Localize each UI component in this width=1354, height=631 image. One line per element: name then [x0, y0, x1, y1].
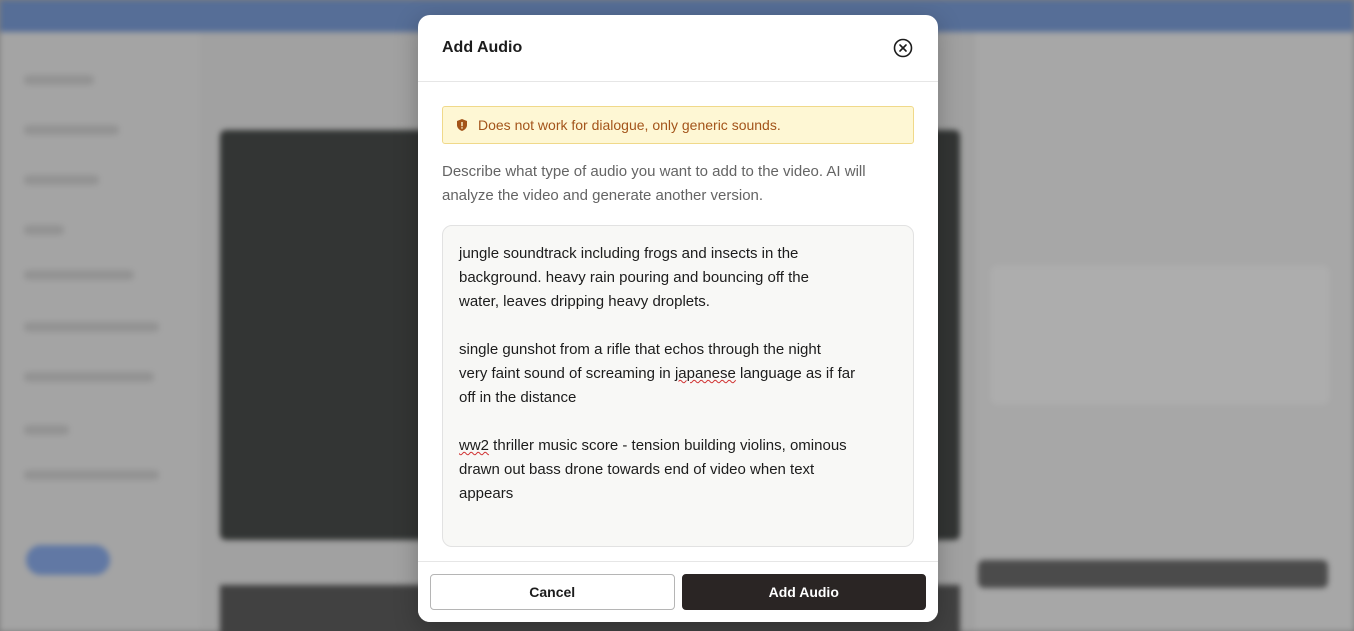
dialog-header: Add Audio: [418, 15, 938, 82]
prompt-text: very faint sound of screaming in: [459, 365, 675, 382]
prompt-line: off in the distance: [459, 389, 577, 406]
prompt-line: drawn out bass drone towards end of vide…: [459, 461, 815, 478]
prompt-line: appears: [459, 485, 514, 502]
prompt-blank-line: [459, 314, 897, 338]
dialog-title: Add Audio: [442, 39, 523, 56]
close-circle-icon: [893, 38, 913, 58]
prompt-line: very faint sound of screaming in japanes…: [459, 362, 897, 386]
prompt-line: water, leaves dripping heavy droplets.: [459, 293, 710, 310]
spellcheck-word: ww2: [459, 437, 490, 454]
prompt-line: ww2 thriller music score - tension build…: [459, 434, 897, 458]
dialog-description: Describe what type of audio you want to …: [442, 163, 866, 204]
add-audio-button[interactable]: Add Audio: [681, 574, 926, 610]
prompt-text: thriller music score - tension building …: [489, 437, 847, 454]
audio-prompt-textarea[interactable]: jungle soundtrack including frogs and in…: [442, 225, 914, 547]
prompt-line: single gunshot from a rifle that echos t…: [459, 341, 821, 358]
spellcheck-word: japanese: [674, 365, 736, 382]
warning-text: Does not work for dialogue, only generic…: [478, 117, 781, 133]
close-button[interactable]: [892, 37, 914, 59]
prompt-blank-line: [459, 410, 897, 434]
dialog-footer: Cancel Add Audio: [418, 561, 938, 622]
add-audio-dialog: Add Audio Does not work for dialogue, on…: [418, 15, 938, 622]
prompt-line: jungle soundtrack including frogs and in…: [459, 245, 799, 262]
prompt-line: background. heavy rain pouring and bounc…: [459, 269, 809, 286]
cancel-button[interactable]: Cancel: [430, 574, 675, 610]
warning-banner: Does not work for dialogue, only generic…: [442, 106, 914, 144]
prompt-text: language as if far: [735, 365, 856, 382]
shield-alert-icon: [457, 119, 467, 131]
dialog-body: Does not work for dialogue, only generic…: [418, 82, 938, 547]
